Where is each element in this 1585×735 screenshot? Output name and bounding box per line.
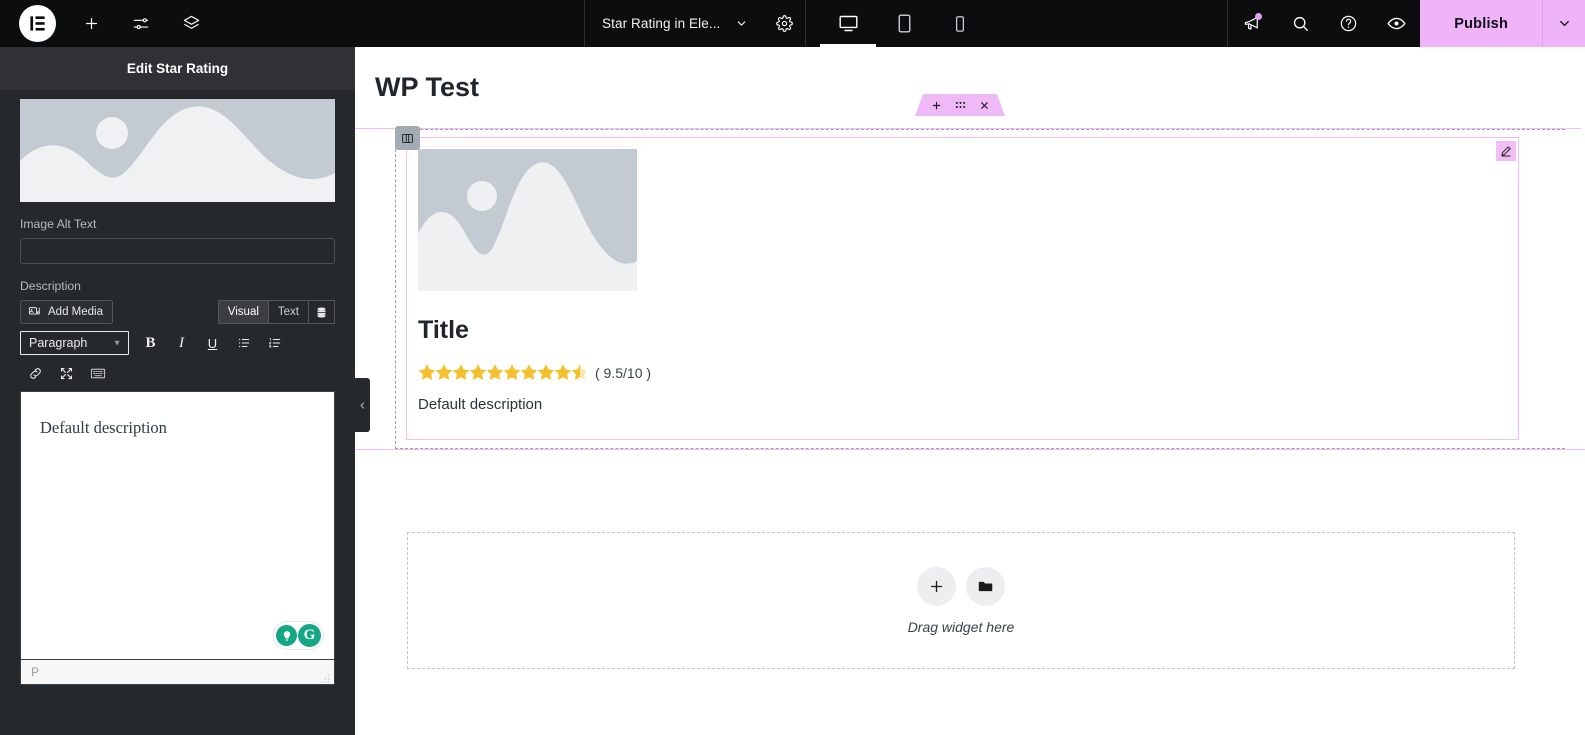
resize-grip-icon[interactable] bbox=[320, 671, 330, 683]
chevron-down-icon[interactable] bbox=[726, 9, 756, 39]
add-media-button[interactable]: Add Media bbox=[20, 300, 113, 324]
underline-glyph: U bbox=[207, 335, 218, 351]
panel-header: Edit Star Rating bbox=[0, 47, 355, 91]
editor-toolbar-row-1: Add Media Visual Text bbox=[20, 300, 335, 324]
add-element-icon[interactable] bbox=[76, 9, 106, 39]
underline-icon[interactable]: U bbox=[197, 329, 228, 357]
preview-icon[interactable] bbox=[1372, 0, 1420, 47]
italic-glyph: I bbox=[179, 334, 184, 351]
section-bottom-highlight bbox=[355, 449, 1585, 450]
star-rating-row: ( 9.5/10 ) bbox=[418, 363, 651, 382]
section-top-dashed-border bbox=[395, 129, 1565, 130]
panel-body: Image Alt Text Description Add Media Vis… bbox=[0, 99, 355, 685]
dropzone-label: Drag widget here bbox=[907, 618, 1015, 635]
rating-text: ( 9.5/10 ) bbox=[595, 364, 652, 381]
editor-path: P bbox=[31, 665, 40, 679]
editor-toolbar-row-3 bbox=[20, 359, 335, 387]
elementor-editor: Star Rating in Ele... Publish Edit Star … bbox=[0, 0, 1585, 735]
device-switcher bbox=[805, 0, 988, 47]
star-list[interactable] bbox=[418, 363, 586, 382]
stars-svg bbox=[418, 364, 586, 380]
image-alt-text-label: Image Alt Text bbox=[20, 217, 97, 231]
editor-mode-tabs: Visual Text bbox=[217, 300, 335, 324]
gear-icon[interactable] bbox=[766, 0, 802, 47]
wysiwyg-editor: Add Media Visual Text Paragraph ▼ B I U … bbox=[20, 300, 335, 685]
device-tablet-button[interactable] bbox=[876, 0, 932, 47]
editor-toolbar-row-2: Paragraph ▼ B I U bbox=[20, 328, 335, 358]
image-placeholder-preview[interactable] bbox=[20, 99, 335, 202]
columns-icon[interactable] bbox=[395, 126, 420, 150]
lightbulb-icon[interactable] bbox=[276, 625, 297, 646]
editor-content: Default description bbox=[40, 418, 167, 437]
editor-canvas: WP Test Title (9.5/10) Default descrip… bbox=[355, 47, 1585, 735]
section-container[interactable]: Title (9.5/10) Default description bbox=[355, 94, 1585, 450]
numbered-list-icon[interactable] bbox=[259, 329, 290, 357]
elementor-logo-icon[interactable] bbox=[19, 5, 56, 42]
format-select-value: Paragraph bbox=[29, 336, 88, 350]
drag-section-icon[interactable] bbox=[955, 100, 966, 111]
sliders-icon[interactable] bbox=[126, 9, 156, 39]
document-name[interactable]: Star Rating in Ele... bbox=[585, 16, 720, 31]
publish-options-chevron-down-icon[interactable] bbox=[1542, 0, 1585, 47]
layers-icon[interactable] bbox=[176, 9, 206, 39]
editor-status-bar: P bbox=[20, 659, 335, 685]
add-media-label: Add Media bbox=[48, 306, 103, 318]
dropzone-buttons bbox=[917, 566, 1005, 606]
section-toolbar bbox=[915, 94, 1005, 116]
collapse-panel-button[interactable] bbox=[355, 378, 370, 432]
column-container[interactable]: Title (9.5/10) Default description bbox=[395, 126, 1519, 440]
delete-section-icon[interactable] bbox=[979, 100, 990, 111]
help-icon[interactable] bbox=[1324, 0, 1372, 47]
star-rating-widget[interactable]: Title (9.5/10) Default description bbox=[418, 149, 651, 413]
insert-link-icon[interactable] bbox=[20, 359, 51, 387]
grammarly-widget[interactable]: G bbox=[273, 621, 324, 650]
publish-button[interactable]: Publish bbox=[1420, 0, 1542, 47]
device-desktop-button[interactable] bbox=[820, 0, 876, 47]
top-toolbar: Star Rating in Ele... Publish bbox=[0, 0, 1585, 47]
format-select[interactable]: Paragraph ▼ bbox=[20, 331, 129, 355]
grammarly-logo-icon[interactable]: G bbox=[298, 624, 321, 647]
editor-sidebar: Edit Star Rating Image Alt Text Descript… bbox=[0, 47, 355, 735]
whats-new-icon[interactable] bbox=[1228, 0, 1276, 47]
device-mobile-button[interactable] bbox=[932, 0, 988, 47]
search-icon[interactable] bbox=[1276, 0, 1324, 47]
section-top-highlight-left bbox=[355, 128, 395, 129]
panel-title: Edit Star Rating bbox=[126, 61, 229, 76]
toolbar-toggle-icon[interactable] bbox=[82, 359, 113, 387]
toolbar-right-group: Publish bbox=[1227, 0, 1585, 47]
section-top-highlight bbox=[395, 128, 1581, 129]
fullscreen-icon[interactable] bbox=[51, 359, 82, 387]
italic-icon[interactable]: I bbox=[166, 329, 197, 357]
bold-glyph: B bbox=[145, 334, 156, 351]
edit-widget-pencil-icon[interactable] bbox=[1496, 141, 1516, 161]
drag-widget-dropzone[interactable]: Drag widget here bbox=[407, 532, 1515, 669]
widget-title: Title bbox=[418, 316, 469, 344]
add-media-icon bbox=[28, 305, 42, 319]
widget-image-placeholder bbox=[418, 149, 637, 291]
document-group: Star Rating in Ele... bbox=[584, 0, 802, 47]
template-folder-icon[interactable] bbox=[966, 566, 1005, 606]
image-alt-text-input[interactable] bbox=[20, 238, 335, 264]
toolbar-left-group bbox=[0, 0, 206, 47]
tab-visual[interactable]: Visual bbox=[217, 300, 268, 324]
add-section-icon[interactable] bbox=[931, 100, 942, 111]
bold-icon[interactable]: B bbox=[135, 329, 166, 357]
bulleted-list-icon[interactable] bbox=[228, 329, 259, 357]
add-widget-plus-icon[interactable] bbox=[917, 566, 956, 606]
description-label: Description bbox=[20, 279, 81, 293]
database-icon[interactable] bbox=[309, 300, 335, 324]
chevron-down-icon: ▼ bbox=[113, 338, 121, 348]
toolbar-divider bbox=[805, 0, 806, 47]
tab-text[interactable]: Text bbox=[267, 300, 309, 324]
description-editor-area[interactable]: Default description G bbox=[20, 391, 335, 659]
widget-description: Default description bbox=[418, 396, 543, 413]
